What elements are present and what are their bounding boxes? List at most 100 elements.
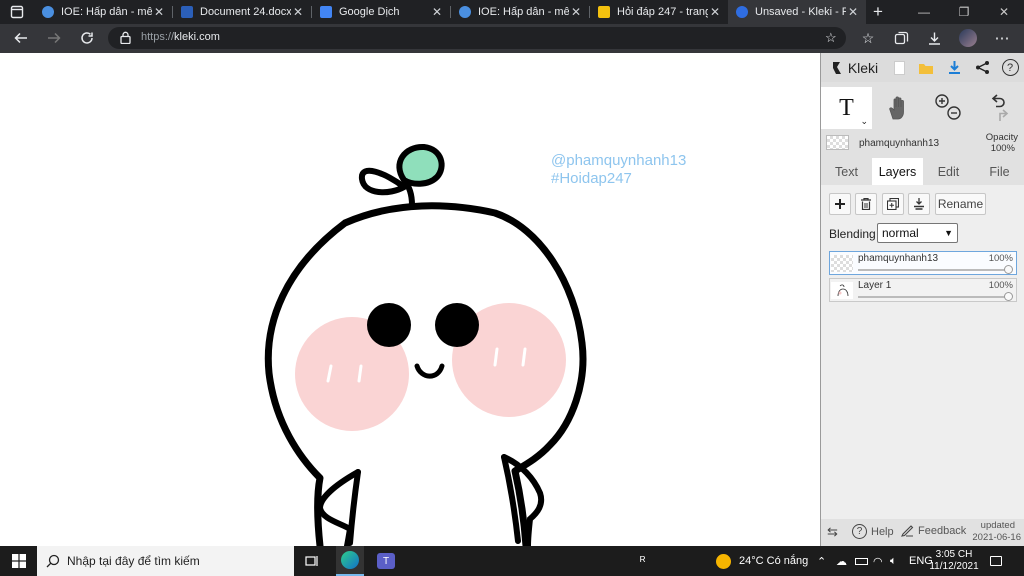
- windows-taskbar: Nhập tại đây để tìm kiếm T ᴿ 24°C Có nắn…: [0, 546, 1024, 576]
- tab-actions-icon[interactable]: [6, 1, 28, 23]
- merge-down-button[interactable]: [908, 193, 930, 215]
- layer-item[interactable]: phamquynhanh13 100%: [829, 251, 1017, 275]
- edge-taskbar-icon[interactable]: [336, 546, 364, 576]
- close-tab-icon[interactable]: ✕: [152, 5, 166, 19]
- close-window-icon[interactable]: ✕: [984, 0, 1024, 24]
- blending-select[interactable]: normal ▼: [877, 223, 958, 243]
- browser-tab-active[interactable]: Unsaved - Kleki - Paint ✕: [728, 0, 866, 24]
- lock-icon[interactable]: [120, 31, 131, 49]
- clock[interactable]: 3:05 CH 11/12/2021: [929, 546, 978, 576]
- volume-icon[interactable]: 🔈︎: [890, 546, 897, 576]
- download-icon[interactable]: [942, 53, 966, 82]
- help-link[interactable]: ? Help: [852, 524, 894, 539]
- share-icon[interactable]: [970, 53, 994, 82]
- updated-label: updated: [980, 520, 1015, 531]
- help-circle-icon: ?: [852, 524, 867, 539]
- battery-icon[interactable]: [855, 546, 868, 576]
- notifications-icon[interactable]: [990, 546, 1002, 576]
- undo-redo-icon: [991, 94, 1008, 121]
- tab-title: Unsaved - Kleki - Paint: [755, 6, 846, 18]
- chevron-down-icon: ⌄: [860, 116, 868, 126]
- merge-down-icon: [914, 198, 924, 210]
- rename-button[interactable]: Rename: [935, 193, 986, 215]
- opacity-label: Opacity: [985, 132, 1018, 143]
- minimize-icon[interactable]: —: [904, 0, 944, 24]
- close-tab-icon[interactable]: ✕: [291, 5, 305, 19]
- delete-layer-button[interactable]: [855, 193, 877, 215]
- close-tab-icon[interactable]: ✕: [430, 5, 444, 19]
- layer-opacity-slider[interactable]: [858, 269, 1010, 271]
- add-favorite-icon[interactable]: ☆: [825, 30, 837, 46]
- taskbar-search[interactable]: Nhập tại đây để tìm kiếm: [37, 546, 294, 576]
- duplicate-layer-button[interactable]: [882, 193, 904, 215]
- close-tab-icon[interactable]: ✕: [569, 5, 583, 19]
- wifi-icon[interactable]: ◠: [873, 546, 883, 576]
- kleki-side-panel: Kleki ? T ⌄ phamquynhanh13 Opacity 100% …: [820, 53, 1024, 546]
- add-layer-button[interactable]: [829, 193, 851, 215]
- feedback-link[interactable]: Feedback: [901, 525, 966, 537]
- feedback-icon: [901, 525, 914, 537]
- layer-name: Layer 1: [858, 280, 892, 291]
- people-icon[interactable]: ᴿ: [640, 546, 645, 576]
- tab-title: Document 24.docx - M: [200, 6, 291, 18]
- drawing-canvas[interactable]: @phamquynhanh13 #Hoidap247: [0, 53, 820, 546]
- search-placeholder: Nhập tại đây để tìm kiếm: [67, 554, 200, 568]
- google-translate-favicon-icon: [320, 6, 332, 18]
- help-icon[interactable]: ?: [998, 53, 1022, 82]
- ioe-favicon-icon: [459, 6, 471, 18]
- layer-thumbnail: [826, 135, 849, 150]
- forward-icon[interactable]: [43, 27, 65, 49]
- layer-item[interactable]: Layer 1 100%: [829, 278, 1017, 302]
- onedrive-icon[interactable]: ☁: [836, 546, 847, 576]
- sun-icon: [716, 553, 731, 569]
- close-tab-icon[interactable]: ✕: [846, 5, 860, 19]
- new-image-icon[interactable]: [887, 53, 911, 82]
- show-hidden-icons[interactable]: ⌃: [817, 546, 826, 576]
- hand-icon: [888, 96, 904, 120]
- panel-tabs: Text Layers Edit File: [821, 158, 1024, 185]
- tab-title: Google Dịch: [339, 6, 400, 18]
- favorites-icon[interactable]: ☆: [857, 27, 879, 49]
- text-tool-button[interactable]: T ⌄: [821, 87, 872, 129]
- refresh-icon[interactable]: [76, 27, 98, 49]
- layers-panel: Rename Blending normal ▼ phamquynhanh13 …: [821, 185, 1024, 546]
- clock-date: 11/12/2021: [929, 561, 979, 572]
- kleki-logo[interactable]: Kleki: [825, 53, 883, 82]
- restore-icon[interactable]: ❐: [944, 0, 984, 24]
- undo-redo-button[interactable]: [974, 87, 1024, 129]
- back-icon[interactable]: [10, 27, 32, 49]
- tab-layers[interactable]: Layers: [872, 158, 923, 185]
- chevron-down-icon: ▼: [944, 228, 953, 238]
- tab-file[interactable]: File: [974, 158, 1024, 185]
- more-menu-icon[interactable]: ⋯: [991, 27, 1013, 49]
- browser-tab[interactable]: Hỏi đáp 247 - trang tr ✕: [590, 0, 728, 24]
- hand-tool-button[interactable]: [872, 87, 923, 129]
- address-bar[interactable]: https://kleki.com ☆: [108, 27, 846, 49]
- browser-tab[interactable]: Document 24.docx - M ✕: [173, 0, 311, 24]
- weather-widget[interactable]: 24°C Có nắng: [716, 546, 808, 576]
- browser-tab[interactable]: IOE: Hấp dẫn - mê say ✕: [451, 0, 589, 24]
- tab-text[interactable]: Text: [821, 158, 872, 185]
- browser-tab[interactable]: IOE: Hấp dẫn - mê say ✕: [34, 0, 172, 24]
- tab-edit[interactable]: Edit: [923, 158, 974, 185]
- layer-opacity-handle[interactable]: [1004, 292, 1013, 301]
- open-folder-icon[interactable]: [914, 53, 938, 82]
- url-text: https://kleki.com: [141, 31, 220, 43]
- swap-sides-icon[interactable]: ⇆: [827, 524, 838, 540]
- downloads-icon[interactable]: [923, 27, 945, 49]
- layer-opacity-handle[interactable]: [1004, 265, 1013, 274]
- kleki-favicon-icon: [736, 6, 748, 18]
- close-tab-icon[interactable]: ✕: [708, 5, 722, 19]
- collections-icon[interactable]: [890, 27, 912, 49]
- layer-opacity-slider[interactable]: [858, 296, 1010, 298]
- layer-opacity: 100%: [988, 253, 1013, 264]
- task-view-icon[interactable]: [300, 546, 324, 576]
- start-button[interactable]: [4, 546, 34, 576]
- teams-taskbar-icon[interactable]: T: [372, 546, 400, 576]
- zoom-tool-button[interactable]: [923, 87, 974, 129]
- profile-avatar[interactable]: [957, 27, 979, 49]
- layer-thumbnail: [831, 255, 853, 272]
- word-favicon-icon: [181, 6, 193, 18]
- new-tab-button[interactable]: +: [867, 1, 889, 23]
- browser-tab[interactable]: Google Dịch ✕: [312, 0, 450, 24]
